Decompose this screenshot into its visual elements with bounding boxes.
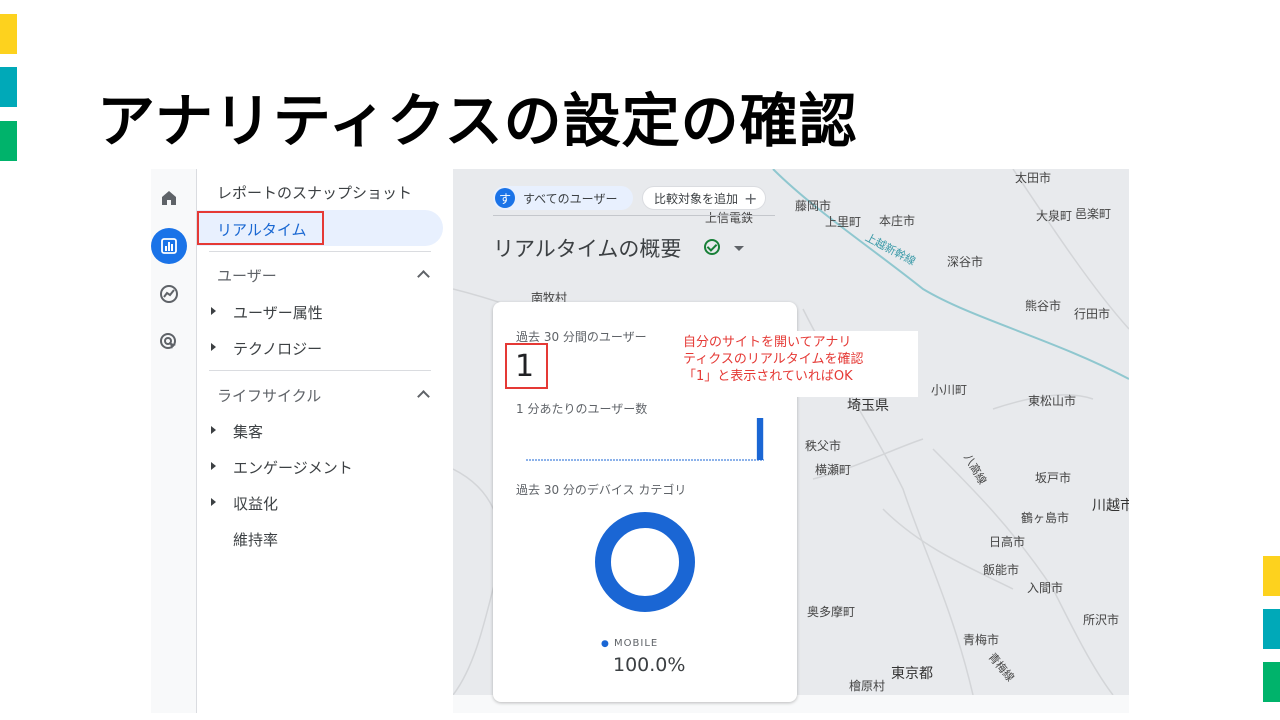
donut-slice xyxy=(595,512,695,612)
annotation-line: 自分のサイトを開いてアナリ xyxy=(683,335,852,350)
device-legend: ● MOBILE xyxy=(601,638,658,649)
chevron-up-icon[interactable] xyxy=(417,270,430,283)
accent-bar-green-left xyxy=(0,121,17,161)
reports-icon[interactable] xyxy=(151,228,187,264)
accent-bar-teal-right xyxy=(1263,609,1280,649)
audience-avatar: す xyxy=(495,188,515,208)
nav-item-technology[interactable]: テクノロジー xyxy=(233,338,322,359)
report-nav: レポートのスナップショット リアルタイム ユーザー ユーザー属性 テクノロジー … xyxy=(197,169,453,713)
status-check-icon xyxy=(704,239,720,255)
map-label: 横瀬町 xyxy=(815,463,852,477)
legend-label: MOBILE xyxy=(614,638,659,649)
map-label: 日高市 xyxy=(989,535,1026,549)
dropdown-arrow-icon[interactable] xyxy=(734,246,744,251)
map-label: 行田市 xyxy=(1074,307,1111,321)
map-label: 川越市 xyxy=(1092,498,1129,514)
audience-chip[interactable]: す すべてのユーザー xyxy=(493,186,633,210)
page-title: リアルタイムの概要 xyxy=(493,237,682,261)
map-label: 熊谷市 xyxy=(1025,299,1062,313)
slide-title: アナリティクスの設定の確認 xyxy=(97,87,858,155)
map-label: 東松山市 xyxy=(1028,394,1077,408)
map-label: 埼玉県 xyxy=(847,398,889,414)
map-label: 入間市 xyxy=(1027,581,1064,595)
nav-item-engagement[interactable]: エンゲージメント xyxy=(233,457,353,478)
expand-arrow-icon[interactable] xyxy=(211,426,216,434)
nav-item-monetization[interactable]: 収益化 xyxy=(233,493,278,514)
nav-item-user-attributes[interactable]: ユーザー属性 xyxy=(233,302,323,323)
advertising-icon[interactable] xyxy=(158,331,180,353)
chevron-up-icon[interactable] xyxy=(417,390,430,403)
legend-value: 100.0% xyxy=(613,654,686,676)
device-label: 過去 30 分のデバイス カテゴリ xyxy=(516,483,687,497)
map-label: 邑楽町 xyxy=(1075,207,1112,221)
map-label: 太田市 xyxy=(1015,171,1052,185)
highlight-box-realtime xyxy=(197,211,324,245)
map-label: 東京都 xyxy=(891,666,933,682)
accent-bar-teal-left xyxy=(0,67,17,107)
annotation-line: 「1」と表示されていればOK xyxy=(683,369,853,384)
header-divider xyxy=(493,215,775,216)
audience-chip-label: すべてのユーザー xyxy=(523,191,618,206)
accent-bar-yellow-right xyxy=(1263,556,1280,596)
add-comparison-label: 比較対象を追加 xyxy=(654,191,739,206)
device-donut-chart xyxy=(595,512,695,612)
map-label: 上信電鉄 xyxy=(705,211,754,225)
map-label: 飯能市 xyxy=(983,563,1020,577)
map-label: 秩父市 xyxy=(805,439,842,453)
map-label: 所沢市 xyxy=(1083,613,1120,627)
add-comparison-button[interactable]: 比較対象を追加 + xyxy=(642,186,766,210)
map-label: 深谷市 xyxy=(947,255,984,269)
map-label: 小川町 xyxy=(931,383,968,397)
map-label: 大泉町 xyxy=(1036,209,1073,223)
map-label: 坂戸市 xyxy=(1035,471,1072,485)
expand-arrow-icon[interactable] xyxy=(211,343,216,351)
map-label: 藤岡市 xyxy=(795,199,832,213)
nav-section-user[interactable]: ユーザー xyxy=(217,265,277,286)
map-label: 本庄市 xyxy=(879,214,916,228)
home-icon[interactable] xyxy=(158,187,180,209)
map-label: 奥多摩町 xyxy=(807,605,856,619)
map-label: 鶴ヶ島市 xyxy=(1021,511,1070,525)
accent-bar-green-right xyxy=(1263,662,1280,702)
map-label: 青梅市 xyxy=(963,633,1000,647)
expand-arrow-icon[interactable] xyxy=(211,462,216,470)
plus-icon: + xyxy=(744,188,758,208)
users-value: 1 xyxy=(515,349,535,384)
icon-rail xyxy=(151,169,197,713)
annotation-callout: 自分のサイトを開いてアナリ ティクスのリアルタイムを確認 「1」と表示されていれ… xyxy=(678,331,918,397)
expand-arrow-icon[interactable] xyxy=(211,307,216,315)
nav-item-snapshot[interactable]: レポートのスナップショット xyxy=(217,182,412,203)
explore-icon[interactable] xyxy=(158,283,180,305)
map-label: 檜原村 xyxy=(849,679,886,693)
chart-bar xyxy=(756,418,764,460)
annotation-line: ティクスのリアルタイムを確認 xyxy=(683,352,864,367)
analytics-screenshot: レポートのスナップショット リアルタイム ユーザー ユーザー属性 テクノロジー … xyxy=(151,169,1129,713)
nav-item-retention[interactable]: 維持率 xyxy=(233,529,278,550)
expand-arrow-icon[interactable] xyxy=(211,498,216,506)
divider xyxy=(209,370,431,371)
divider xyxy=(209,251,431,252)
nav-item-acquisition[interactable]: 集客 xyxy=(233,421,263,442)
nav-section-lifecycle[interactable]: ライフサイクル xyxy=(217,385,321,406)
per-minute-bar-chart xyxy=(526,418,764,461)
accent-bar-yellow-left xyxy=(0,14,17,54)
map-label: 上里町 xyxy=(825,215,862,229)
legend-dot-icon: ● xyxy=(601,639,610,649)
